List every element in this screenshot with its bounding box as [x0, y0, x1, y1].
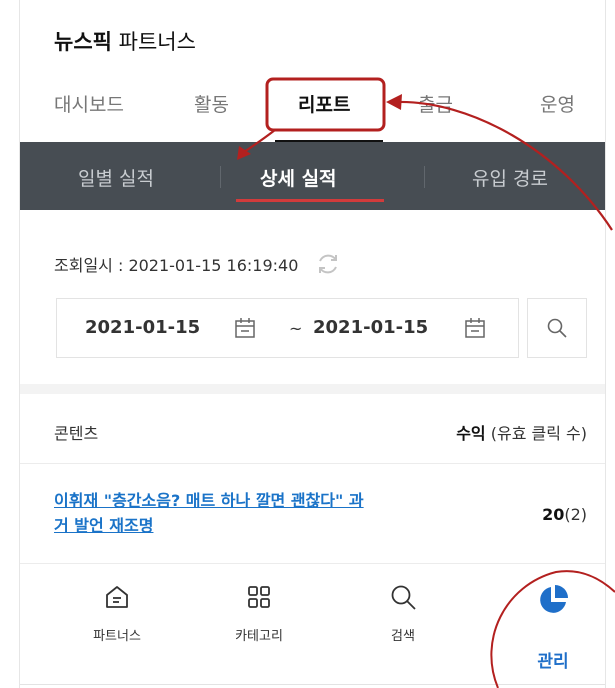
table-row: 이휘재 "층간소음? 매트 하나 깔면 괜찮다" 과거 발언 재조명 20(2): [20, 464, 605, 564]
nav-search[interactable]: 검색: [348, 583, 458, 644]
nav-partners-label: 파트너스: [93, 629, 141, 644]
column-content: 콘텐츠: [54, 424, 99, 443]
home-icon: [106, 586, 128, 608]
bottom-border: [20, 684, 605, 685]
nav-partners[interactable]: 파트너스: [62, 583, 172, 644]
revenue-value: 20: [542, 505, 565, 524]
date-range-picker: 2021-01-15 ~ 2021-01-15: [56, 298, 519, 358]
sub-tabs: 일별 실적 상세 실적 유입 경로: [20, 142, 605, 210]
column-revenue: 수익 (유효 클릭 수): [456, 420, 587, 444]
subtab-active-indicator: [236, 199, 384, 202]
tab-operation[interactable]: 운영: [540, 90, 575, 117]
nav-manage[interactable]: 관리: [498, 583, 605, 672]
subtab-divider: [220, 166, 221, 188]
subtab-detail[interactable]: 상세 실적: [260, 164, 337, 191]
subtab-referral[interactable]: 유입 경로: [472, 164, 548, 191]
lookup-time-text: 조회일시 : 2021-01-15 16:19:40: [54, 256, 299, 275]
click-count: (2): [564, 505, 587, 524]
calendar-icon[interactable]: [463, 316, 487, 340]
refresh-icon[interactable]: [315, 251, 341, 277]
nav-search-label: 검색: [391, 629, 415, 644]
content-link[interactable]: 이휘재 "층간소음? 매트 하나 깔면 괜찮다" 과거 발언 재조명: [54, 488, 374, 538]
tab-report[interactable]: 리포트: [298, 90, 350, 117]
search-button[interactable]: [527, 298, 587, 358]
search-icon: [391, 585, 416, 610]
subtab-divider: [424, 166, 425, 188]
column-revenue-label: 수익: [456, 424, 486, 443]
date-separator: ~: [289, 319, 303, 338]
section-divider: [20, 384, 605, 394]
tab-withdraw[interactable]: 출금: [418, 90, 453, 117]
tab-activity[interactable]: 활동: [194, 90, 229, 117]
nav-category[interactable]: 카테고리: [204, 583, 314, 644]
bottom-nav: 파트너스 카테고리 검색 관리: [20, 565, 605, 688]
end-date[interactable]: 2021-01-15: [313, 317, 428, 338]
main-tabs: 대시보드 활동 리포트 출금 운영: [20, 80, 605, 143]
start-date[interactable]: 2021-01-15: [85, 317, 200, 338]
pie-chart-icon: [540, 585, 568, 613]
nav-manage-label: 관리: [537, 652, 569, 672]
grid-icon: [248, 586, 270, 608]
brand-bold: 뉴스픽: [54, 30, 112, 54]
brand-rest: 파트너스: [118, 30, 196, 54]
subtab-daily[interactable]: 일별 실적: [78, 164, 154, 191]
row-revenue: 20(2): [542, 505, 587, 524]
nav-category-label: 카테고리: [235, 629, 283, 644]
app-frame: 뉴스픽 파트너스 대시보드 활동 리포트 출금 운영 일별 실적 상세 실적 유…: [19, 0, 606, 688]
tab-dashboard[interactable]: 대시보드: [54, 90, 124, 117]
table-header: 콘텐츠 수익 (유효 클릭 수): [20, 394, 605, 464]
calendar-icon[interactable]: [233, 316, 257, 340]
brand-logo[interactable]: 뉴스픽 파트너스: [54, 26, 196, 56]
lookup-time: 조회일시 : 2021-01-15 16:19:40: [54, 251, 341, 277]
search-icon: [547, 318, 567, 338]
column-revenue-note: (유효 클릭 수): [485, 424, 587, 443]
